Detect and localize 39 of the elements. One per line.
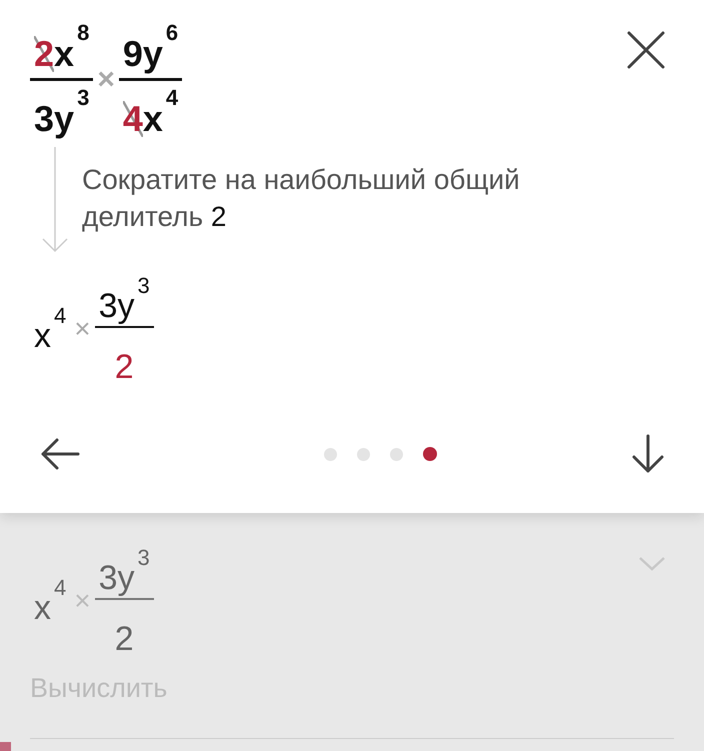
math-term: 2 [114,622,134,656]
exponent: 4 [166,87,178,109]
math-term: y [118,561,135,595]
times-sign: × [96,64,116,94]
times-sign: × [73,315,92,344]
exponent: 4 [54,577,66,600]
struck-term: 2 [34,36,54,72]
math-term: y [142,36,163,72]
back-arrow-icon[interactable] [40,437,80,471]
math-term: 9 [122,36,143,72]
exponent: 8 [77,22,90,44]
math-term: 2 [114,350,134,384]
math-term: x [34,319,51,354]
exponent: 3 [77,87,90,109]
fraction-bar [118,78,182,81]
page-dot[interactable] [356,448,370,460]
math-term: 3 [34,101,54,137]
down-arrow-icon [40,147,70,253]
exponent: 3 [138,547,150,569]
page-dot[interactable] [422,447,436,461]
exponent: 3 [138,275,150,297]
fraction-bar [30,78,94,81]
exponent: 6 [166,22,178,44]
math-term: y [118,289,135,323]
down-arrow-icon[interactable] [630,434,666,474]
math-term: 3 [98,289,118,323]
step-marker [0,742,11,751]
page-dot[interactable] [390,448,402,460]
math-term: 3 [98,561,118,595]
math-term: x [54,36,74,72]
exponent: 4 [54,305,66,328]
math-term: y [54,101,74,137]
struck-term: 4 [122,101,143,137]
times-sign: × [73,587,92,616]
close-icon[interactable] [626,30,666,70]
page-dot[interactable] [324,448,336,460]
hint-text: Сократите на наибольший общий делитель 2 [82,163,521,234]
math-term: x [142,101,163,137]
math-term: x [34,591,51,626]
